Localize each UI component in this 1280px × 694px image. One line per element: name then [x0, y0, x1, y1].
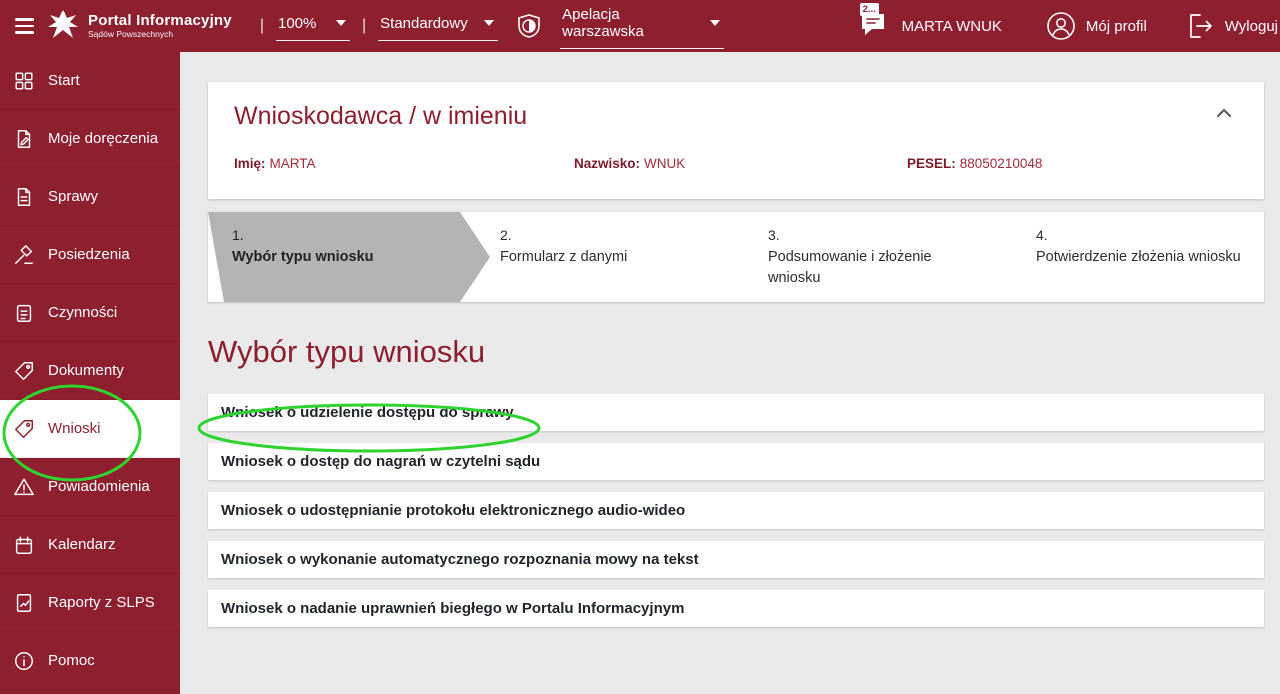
calendar-icon [13, 534, 35, 556]
step-3-podsumowanie: 3. Podsumowanie i złożenie wniosku [728, 212, 996, 302]
chevron-down-icon [710, 20, 720, 26]
field-value: MARTA [270, 156, 316, 171]
field-label: Nazwisko: [574, 156, 640, 171]
zoom-select[interactable]: 100% [276, 12, 350, 41]
tag-icon [13, 418, 35, 440]
sidebar-item-czynnosci[interactable]: Czynności [0, 284, 180, 342]
sidebar-item-kalendarz[interactable]: Kalendarz [0, 516, 180, 574]
contrast-icon[interactable] [516, 13, 542, 39]
sidebar-item-label: Posiedzenia [48, 246, 130, 263]
theme-value: Standardowy [380, 15, 468, 32]
profile-label: Mój profil [1086, 18, 1147, 35]
sidebar-item-wnioski[interactable]: Wnioski [0, 400, 180, 458]
theme-select[interactable]: Standardowy [378, 12, 498, 41]
eagle-logo [47, 8, 79, 44]
chevron-down-icon [484, 20, 494, 26]
logout-button[interactable]: Wyloguj [1185, 11, 1278, 41]
field-label: Imię: [234, 156, 266, 171]
step-1-wybor-typu-wniosku: 1. Wybór typu wniosku [208, 212, 490, 302]
sidebar-item-posiedzenia[interactable]: Posiedzenia [0, 226, 180, 284]
sidebar-item-label: Raporty z SLPS [48, 594, 155, 611]
info-icon [13, 650, 35, 672]
checklist-icon [13, 302, 35, 324]
field-label: PESEL: [907, 156, 956, 171]
request-type-list: Wniosek o udzielenie dostępu do sprawy W… [208, 394, 1264, 627]
field-imie: Imię: MARTA [234, 156, 574, 171]
sidebar-item-label: Pomoc [48, 652, 95, 669]
user-name[interactable]: MARTA WNUK [902, 18, 1002, 35]
step-number: 1. [232, 225, 446, 245]
step-label: Wybór typu wniosku [232, 247, 446, 268]
collapse-icon[interactable] [1210, 102, 1238, 124]
step-number: 4. [1036, 225, 1250, 245]
applicant-fields: Imię: MARTA Nazwisko: WNUK PESEL: 880502100… [234, 156, 1238, 171]
grid-icon [13, 70, 35, 92]
chevron-down-icon [336, 20, 346, 26]
wizard-steps: 1. Wybór typu wniosku 2. Formularz z dan… [208, 212, 1264, 302]
option-wniosek-dostep-do-sprawy[interactable]: Wniosek o udzielenie dostępu do sprawy [208, 394, 1264, 431]
sidebar-item-powiadomienia[interactable]: Powiadomienia [0, 458, 180, 516]
sidebar-item-raporty-slps[interactable]: Raporty z SLPS [0, 574, 180, 632]
main-content: Wnioskodawca / w imieniu Imię: MARTA Nazw… [180, 52, 1280, 694]
sidebar-item-label: Dokumenty [48, 362, 124, 379]
document-pen-icon [13, 128, 35, 150]
profile-button[interactable]: Mój profil [1046, 11, 1147, 41]
sidebar-item-label: Powiadomienia [48, 478, 150, 495]
app-subtitle: Sądów Powszechnych [88, 30, 232, 40]
app-title: Portal Informacyjny [88, 12, 232, 29]
option-wniosek-uprawnienia-bieglego[interactable]: Wniosek o nadanie uprawnień biegłego w P… [208, 590, 1264, 627]
separator: | [362, 17, 366, 35]
field-value: WNUK [644, 156, 685, 171]
sidebar: Start Moje doręczenia Sprawy Posiedzenia [0, 52, 180, 694]
sidebar-item-dokumenty[interactable]: Dokumenty [0, 342, 180, 400]
zoom-value: 100% [278, 15, 316, 32]
sidebar-item-start[interactable]: Start [0, 52, 180, 110]
logout-label: Wyloguj [1225, 18, 1278, 35]
app-title-block: Portal Informacyjny Sądów Powszechnych [88, 12, 232, 39]
option-wniosek-rozpoznanie-mowy[interactable]: Wniosek o wykonanie automatycznego rozpo… [208, 541, 1264, 578]
logout-icon [1185, 11, 1215, 41]
sidebar-item-label: Kalendarz [48, 536, 116, 553]
sidebar-item-label: Moje doręczenia [48, 130, 158, 147]
field-value: 88050210048 [960, 156, 1043, 171]
region-value: Apelacja warszawska [562, 6, 700, 40]
region-select[interactable]: Apelacja warszawska [560, 3, 724, 49]
option-wniosek-nagrania-czytelnia[interactable]: Wniosek o dostęp do nagrań w czytelni są… [208, 443, 1264, 480]
separator: | [260, 17, 264, 35]
sidebar-item-label: Start [48, 72, 80, 89]
sidebar-item-moje-doreczenia[interactable]: Moje doręczenia [0, 110, 180, 168]
sidebar-item-label: Sprawy [48, 188, 98, 205]
step-label: Potwierdzenie złożenia wniosku [1036, 247, 1250, 268]
menu-icon[interactable] [15, 18, 34, 34]
tag-icon [13, 360, 35, 382]
field-pesel: PESEL: 88050210048 [907, 156, 1042, 171]
sidebar-item-label: Wnioski [48, 420, 101, 437]
messages-badge: 2... [860, 3, 879, 16]
step-label: Formularz z danymi [500, 247, 714, 268]
step-label: Podsumowanie i złożenie wniosku [768, 247, 982, 289]
applicant-card: Wnioskodawca / w imieniu Imię: MARTA Nazw… [208, 82, 1264, 199]
top-bar: Portal Informacyjny Sądów Powszechnych |… [0, 0, 1280, 52]
page-title: Wybór typu wniosku [208, 334, 1264, 370]
messages-button[interactable]: 2... [858, 10, 888, 43]
step-4-potwierdzenie: 4. Potwierdzenie złożenia wniosku [996, 212, 1264, 302]
profile-icon [1046, 11, 1076, 41]
sidebar-item-label: Czynności [48, 304, 117, 321]
applicant-card-title: Wnioskodawca / w imieniu [234, 102, 527, 131]
gavel-icon [13, 244, 35, 266]
field-nazwisko: Nazwisko: WNUK [574, 156, 907, 171]
step-2-formularz-z-danymi: 2. Formularz z danymi [460, 212, 728, 302]
sidebar-item-sprawy[interactable]: Sprawy [0, 168, 180, 226]
step-number: 3. [768, 225, 982, 245]
step-number: 2. [500, 225, 714, 245]
report-chart-icon [13, 592, 35, 614]
sidebar-item-pomoc[interactable]: Pomoc [0, 632, 180, 690]
alert-icon [13, 476, 35, 498]
case-document-icon [13, 186, 35, 208]
option-wniosek-protokol-audio-wideo[interactable]: Wniosek o udostępnianie protokołu elektr… [208, 492, 1264, 529]
